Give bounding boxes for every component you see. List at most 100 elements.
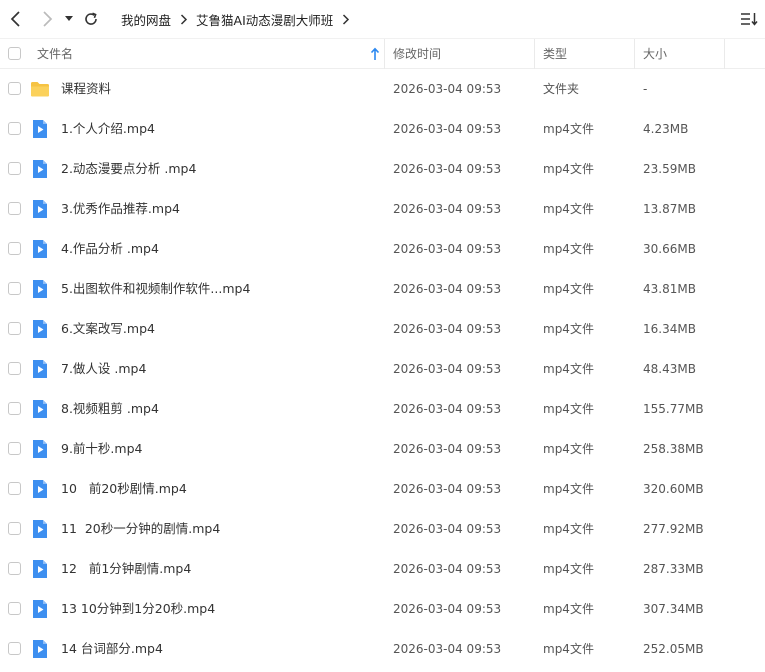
row-checkbox[interactable] <box>8 642 21 655</box>
file-name: 8.视频粗剪 .mp4 <box>61 401 159 416</box>
video-file-icon <box>33 120 47 138</box>
file-type: mp4文件 <box>543 562 594 576</box>
video-file-icon <box>33 160 47 178</box>
file-type: mp4文件 <box>543 642 594 656</box>
column-name-header[interactable]: 文件名 <box>37 39 73 69</box>
folder-icon <box>31 82 49 97</box>
file-row[interactable]: 13 10分钟到1分20秒.mp4 2026-03-04 09:53 mp4文件… <box>0 589 765 629</box>
file-row[interactable]: 10 前20秒剧情.mp4 2026-03-04 09:53 mp4文件 320… <box>0 469 765 509</box>
file-row[interactable]: 12 前1分钟剧情.mp4 2026-03-04 09:53 mp4文件 287… <box>0 549 765 589</box>
row-checkbox[interactable] <box>8 242 21 255</box>
column-size-header[interactable]: 大小 <box>643 39 667 69</box>
video-file-icon <box>33 440 47 458</box>
file-modified-time: 2026-03-04 09:53 <box>393 162 502 176</box>
file-modified-time: 2026-03-04 09:53 <box>393 282 502 296</box>
video-file-icon <box>33 360 47 378</box>
file-row[interactable]: 4.作品分析 .mp4 2026-03-04 09:53 mp4文件 30.66… <box>0 229 765 269</box>
forward-button[interactable] <box>36 8 58 30</box>
file-row[interactable]: 8.视频粗剪 .mp4 2026-03-04 09:53 mp4文件 155.7… <box>0 389 765 429</box>
sort-ascending-icon[interactable] <box>369 47 381 61</box>
refresh-button[interactable] <box>80 8 102 30</box>
video-file-icon <box>33 200 47 218</box>
row-checkbox[interactable] <box>8 402 21 415</box>
row-checkbox[interactable] <box>8 82 21 95</box>
back-button[interactable] <box>5 8 27 30</box>
video-file-icon <box>33 560 47 578</box>
row-checkbox[interactable] <box>8 602 21 615</box>
file-modified-time: 2026-03-04 09:53 <box>393 82 502 96</box>
file-name: 9.前十秒.mp4 <box>61 441 143 456</box>
column-header: 文件名 修改时间 类型 大小 <box>0 38 765 69</box>
sort-options-button[interactable] <box>739 9 759 29</box>
file-name: 12 前1分钟剧情.mp4 <box>61 561 192 576</box>
file-row[interactable]: 2.动态漫要点分析 .mp4 2026-03-04 09:53 mp4文件 23… <box>0 149 765 189</box>
file-size: 258.38MB <box>643 442 704 456</box>
file-name: 11 20秒一分钟的剧情.mp4 <box>61 521 221 536</box>
file-row[interactable]: 6.文案改写.mp4 2026-03-04 09:53 mp4文件 16.34M… <box>0 309 765 349</box>
history-dropdown-button[interactable] <box>59 8 79 30</box>
file-size: 287.33MB <box>643 562 704 576</box>
chevron-right-icon <box>43 11 53 27</box>
file-size: 155.77MB <box>643 402 704 416</box>
file-name: 1.个人介绍.mp4 <box>61 121 155 136</box>
file-row[interactable]: 7.做人设 .mp4 2026-03-04 09:53 mp4文件 48.43M… <box>0 349 765 389</box>
video-file-icon <box>33 640 47 658</box>
file-size: 4.23MB <box>643 122 689 136</box>
file-modified-time: 2026-03-04 09:53 <box>393 562 502 576</box>
row-checkbox[interactable] <box>8 322 21 335</box>
file-row[interactable]: 1.个人介绍.mp4 2026-03-04 09:53 mp4文件 4.23MB <box>0 109 765 149</box>
file-row[interactable]: 5.出图软件和视频制作软件...mp4 2026-03-04 09:53 mp4… <box>0 269 765 309</box>
file-type: mp4文件 <box>543 282 594 296</box>
video-file-icon <box>33 480 47 498</box>
column-divider[interactable] <box>634 39 635 69</box>
column-type-header[interactable]: 类型 <box>543 39 567 69</box>
file-name: 7.做人设 .mp4 <box>61 361 147 376</box>
file-modified-time: 2026-03-04 09:53 <box>393 602 502 616</box>
row-checkbox[interactable] <box>8 362 21 375</box>
file-name: 13 10分钟到1分20秒.mp4 <box>61 601 216 616</box>
file-type: mp4文件 <box>543 202 594 216</box>
row-checkbox[interactable] <box>8 202 21 215</box>
toolbar: 我的网盘 艾鲁猫AI动态漫剧大师班 <box>0 0 765 38</box>
file-size: 23.59MB <box>643 162 696 176</box>
file-modified-time: 2026-03-04 09:53 <box>393 442 502 456</box>
file-name: 4.作品分析 .mp4 <box>61 241 159 256</box>
row-checkbox[interactable] <box>8 442 21 455</box>
file-name: 3.优秀作品推荐.mp4 <box>61 201 180 216</box>
select-all-checkbox[interactable] <box>8 47 21 60</box>
row-checkbox[interactable] <box>8 122 21 135</box>
file-modified-time: 2026-03-04 09:53 <box>393 202 502 216</box>
file-type: 文件夹 <box>543 82 580 96</box>
video-file-icon <box>33 240 47 258</box>
row-checkbox[interactable] <box>8 162 21 175</box>
refresh-icon <box>85 12 97 25</box>
file-name: 5.出图软件和视频制作软件...mp4 <box>61 281 251 296</box>
file-row[interactable]: 3.优秀作品推荐.mp4 2026-03-04 09:53 mp4文件 13.8… <box>0 189 765 229</box>
file-modified-time: 2026-03-04 09:53 <box>393 122 502 136</box>
row-checkbox[interactable] <box>8 522 21 535</box>
row-checkbox[interactable] <box>8 562 21 575</box>
file-size: 252.05MB <box>643 642 704 656</box>
file-size: 13.87MB <box>643 202 696 216</box>
column-divider[interactable] <box>534 39 535 69</box>
file-name: 2.动态漫要点分析 .mp4 <box>61 161 197 176</box>
file-modified-time: 2026-03-04 09:53 <box>393 362 502 376</box>
file-type: mp4文件 <box>543 122 594 136</box>
file-name: 课程资料 <box>61 81 112 96</box>
breadcrumb-item-current[interactable]: 艾鲁猫AI动态漫剧大师班 <box>196 10 333 29</box>
file-row[interactable]: 11 20秒一分钟的剧情.mp4 2026-03-04 09:53 mp4文件 … <box>0 509 765 549</box>
row-checkbox[interactable] <box>8 282 21 295</box>
column-divider[interactable] <box>724 39 725 69</box>
file-row[interactable]: 14 台词部分.mp4 2026-03-04 09:53 mp4文件 252.0… <box>0 629 765 669</box>
file-size: 30.66MB <box>643 242 696 256</box>
chevron-left-icon <box>10 11 20 27</box>
file-type: mp4文件 <box>543 442 594 456</box>
file-size: 277.92MB <box>643 522 704 536</box>
row-checkbox[interactable] <box>8 482 21 495</box>
file-row[interactable]: 9.前十秒.mp4 2026-03-04 09:53 mp4文件 258.38M… <box>0 429 765 469</box>
breadcrumb-item-root[interactable]: 我的网盘 <box>121 10 171 29</box>
column-divider[interactable] <box>384 39 385 69</box>
file-list: 课程资料 2026-03-04 09:53 文件夹 - 1.个人介绍.mp4 2… <box>0 69 765 669</box>
column-modified-header[interactable]: 修改时间 <box>393 39 441 69</box>
file-row[interactable]: 课程资料 2026-03-04 09:53 文件夹 - <box>0 69 765 109</box>
